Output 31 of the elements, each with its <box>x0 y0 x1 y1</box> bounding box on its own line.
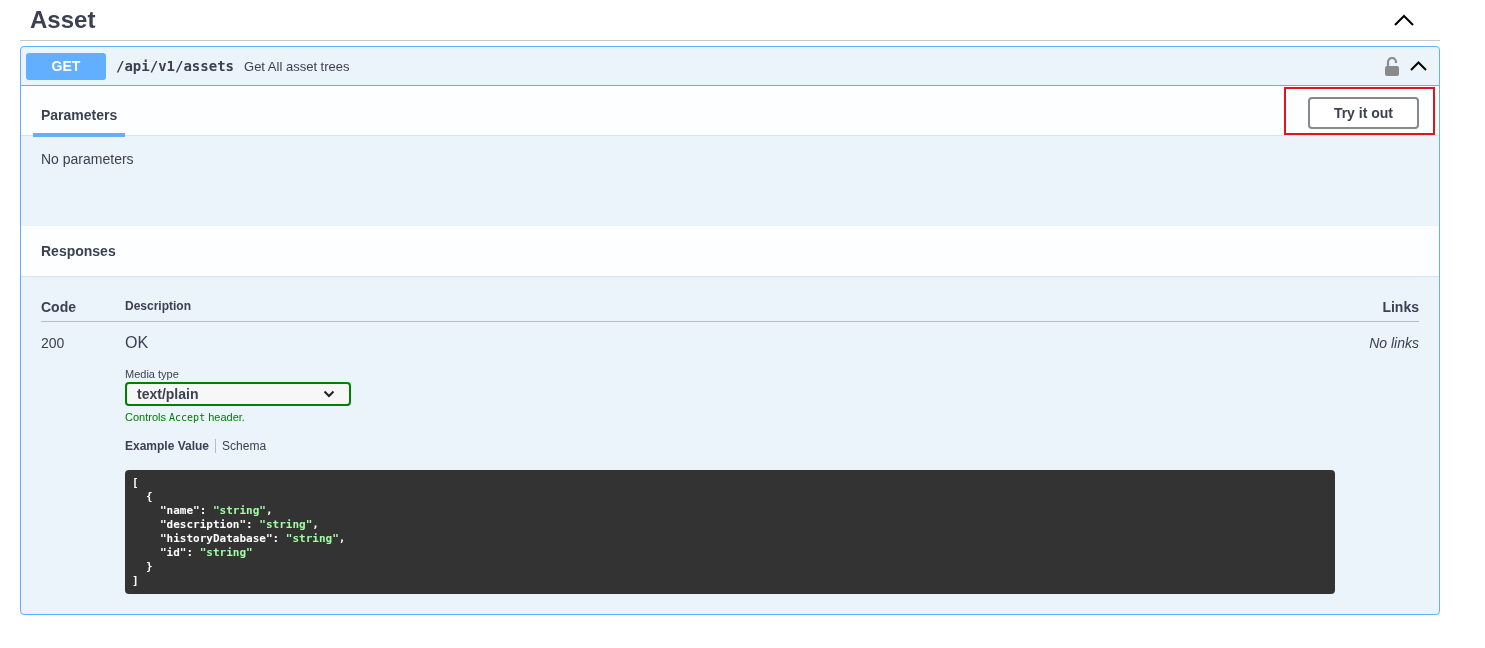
media-type-select[interactable]: text/plain <box>125 382 351 406</box>
column-header: Description <box>125 299 192 315</box>
parameters-tab[interactable]: Parameters <box>33 90 126 137</box>
chevron-up-icon[interactable] <box>1410 61 1427 71</box>
no-links-text: No links <box>1369 335 1419 351</box>
example-value-tab[interactable]: Example Value <box>125 439 210 453</box>
try-it-out-button[interactable]: Try it out <box>1307 96 1419 129</box>
method-badge: GET <box>26 52 106 80</box>
media-type-hint: Controls Accept header. <box>125 411 245 423</box>
code-line: "historyDatabase": "string", <box>160 532 346 546</box>
chevron-down-icon <box>323 390 335 398</box>
code-line: } <box>146 560 153 574</box>
code-line: { <box>146 490 153 504</box>
code-line: "id": "string" <box>160 546 253 560</box>
code-line: "name": "string", <box>160 504 273 518</box>
code-line: ] <box>132 574 139 588</box>
code-line: "description": "string", <box>160 518 319 532</box>
response-description: OK <box>125 334 149 352</box>
status-code: 200 <box>41 335 65 351</box>
no-parameters-text: No parameters <box>41 151 134 167</box>
endpoint-summary: Get All asset trees <box>244 58 350 74</box>
schema-tab[interactable]: Schema <box>222 439 267 453</box>
chevron-up-icon[interactable] <box>1394 14 1414 26</box>
endpoint-path: /api/v1/assets <box>116 58 234 74</box>
code-line: [ <box>132 476 139 490</box>
responses-heading: Responses <box>41 243 116 259</box>
column-header: Code <box>41 299 77 315</box>
column-header: Links <box>1381 299 1419 315</box>
section-title: Asset <box>30 6 96 34</box>
padlock-icon[interactable] <box>1384 56 1400 76</box>
media-type-label: Media type <box>125 368 179 380</box>
